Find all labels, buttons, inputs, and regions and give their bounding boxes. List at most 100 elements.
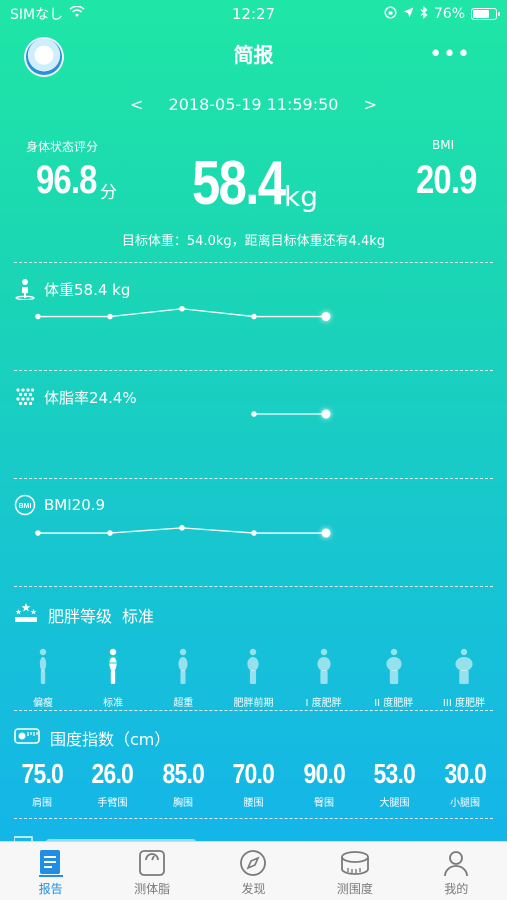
- obesity-level-item: 超重: [150, 648, 216, 709]
- girth-value: 53.0: [373, 758, 416, 789]
- tab-label: 发现: [241, 881, 266, 896]
- bmi-value: 20.9: [416, 158, 477, 202]
- obesity-level-title: 肥胖等级: [48, 607, 113, 626]
- tape-measure-icon: [14, 726, 40, 750]
- divider: [14, 586, 493, 587]
- trend-point[interactable]: [251, 530, 257, 536]
- bmi-label: BMI: [432, 138, 455, 152]
- wifi-icon: [69, 5, 85, 22]
- page-title: 简报: [233, 42, 274, 67]
- girth-item[interactable]: 85.0 胸围: [149, 758, 217, 809]
- trend-point[interactable]: [107, 530, 113, 536]
- obesity-level-item: I 度肥胖: [291, 648, 357, 709]
- divider: [14, 478, 493, 479]
- status-left: SIMなし: [10, 4, 85, 24]
- girth-value: 85.0: [162, 758, 204, 789]
- score-value: 96.8: [36, 158, 97, 202]
- bluetooth-icon: [420, 5, 428, 23]
- body-figure-icon: [452, 648, 476, 686]
- obesity-level-item: III 度肥胖: [431, 648, 497, 709]
- girth-item[interactable]: 30.0 小腿围: [431, 758, 499, 809]
- tab-label: 测围度: [336, 881, 373, 896]
- trend-point[interactable]: [107, 313, 113, 320]
- divider: [14, 370, 493, 371]
- more-button[interactable]: •••: [429, 42, 471, 67]
- girth-section: 围度指数（cm）: [14, 726, 170, 750]
- battery-level: [473, 10, 489, 18]
- person-icon: [441, 846, 471, 880]
- girth-item[interactable]: 90.0 臀围: [290, 758, 358, 809]
- body-figure-icon: [171, 648, 195, 686]
- goal-weight-text: 目标体重：54.0kg，距离目标体重还有4.4kg: [121, 234, 386, 249]
- girth-label: 腰围: [243, 798, 264, 809]
- tab-bar: 报告 测体脂 发现 测围度 我的: [0, 841, 507, 900]
- battery-percent: 76%: [433, 6, 465, 22]
- divider: [14, 710, 493, 711]
- obesity-level-label: III 度肥胖: [442, 698, 485, 709]
- score-unit: 分: [100, 183, 117, 203]
- carrier-label: SIMなし: [10, 7, 64, 23]
- body-figure-icon: [312, 648, 336, 686]
- trend-point[interactable]: [321, 528, 331, 538]
- girth-item[interactable]: 75.0 肩围: [8, 758, 76, 809]
- girth-value: 26.0: [91, 758, 134, 789]
- score-label: 身体状态评分: [26, 140, 99, 154]
- obesity-level-status: 标准: [122, 607, 155, 626]
- measurement-datetime: 2018-05-19 11:59:50: [168, 95, 339, 114]
- trend-point[interactable]: [321, 312, 331, 322]
- girth-item[interactable]: 26.0 手臂围: [79, 758, 147, 809]
- obesity-level-label: 标准: [103, 698, 124, 709]
- tab-person[interactable]: 我的: [411, 846, 501, 897]
- girth-value: 70.0: [232, 758, 275, 789]
- next-date-button[interactable]: >: [364, 95, 377, 114]
- girth-label: 肩围: [32, 798, 52, 809]
- battery-icon: [471, 8, 500, 20]
- obesity-level-scale: 偏瘦 标准 超重 肥胖前期 I 度肥胖 II 度肥胖 III 度肥胖: [10, 648, 497, 709]
- tab-scale[interactable]: 测体脂: [107, 846, 197, 897]
- girth-label: 臀围: [314, 798, 334, 809]
- nav-bar: 简报 •••: [0, 28, 507, 78]
- obesity-level-item: 标准: [80, 648, 146, 709]
- obesity-level-item: II 度肥胖: [361, 648, 427, 709]
- weight-unit: kg: [284, 180, 318, 213]
- trend-point[interactable]: [251, 313, 257, 320]
- date-selector: < 2018-05-19 11:59:50 >: [0, 95, 507, 114]
- obesity-level-label: 超重: [173, 698, 194, 709]
- tab-tape-measure[interactable]: 测围度: [310, 846, 400, 897]
- divider: [14, 262, 493, 263]
- girth-title: 围度指数（cm）: [50, 730, 171, 749]
- girth-label: 大腿围: [379, 798, 410, 809]
- tab-label: 测体脂: [134, 881, 171, 896]
- body-figure-icon: [31, 648, 55, 686]
- trend-point[interactable]: [35, 530, 41, 536]
- trend-point[interactable]: [35, 313, 41, 320]
- rotation-lock-icon: [384, 5, 397, 23]
- obesity-level-item: 肥胖前期: [220, 648, 286, 709]
- prev-date-button[interactable]: <: [130, 95, 143, 114]
- tab-report[interactable]: 报告: [6, 846, 96, 897]
- obesity-level-label: 偏瘦: [33, 698, 53, 709]
- obesity-level-label: 肥胖前期: [233, 698, 274, 709]
- girth-item[interactable]: 53.0 大腿围: [361, 758, 429, 809]
- location-icon: [403, 6, 414, 22]
- avatar[interactable]: [24, 37, 64, 77]
- girth-label: 小腿围: [450, 798, 480, 809]
- body-fat-trend-chart: [251, 409, 331, 419]
- trend-point[interactable]: [179, 305, 185, 312]
- girth-value: 75.0: [21, 758, 63, 789]
- trend-point[interactable]: [251, 411, 257, 417]
- girth-value: 90.0: [303, 758, 345, 789]
- tab-label: 我的: [444, 881, 469, 896]
- tab-compass[interactable]: 发现: [208, 846, 298, 897]
- girth-item[interactable]: 70.0 腰围: [220, 758, 288, 809]
- trend-point[interactable]: [179, 525, 185, 531]
- scale-icon: [137, 846, 167, 880]
- weight-value: 58.4: [192, 149, 286, 218]
- obesity-level-label: I 度肥胖: [305, 698, 342, 709]
- trend-point[interactable]: [321, 409, 331, 419]
- weight-trend-chart: [35, 305, 331, 322]
- status-bar: SIMなし 12:27 76%: [0, 0, 507, 28]
- girth-label: 胸围: [173, 798, 193, 809]
- body-figure-icon: [101, 648, 125, 686]
- divider: [14, 818, 493, 819]
